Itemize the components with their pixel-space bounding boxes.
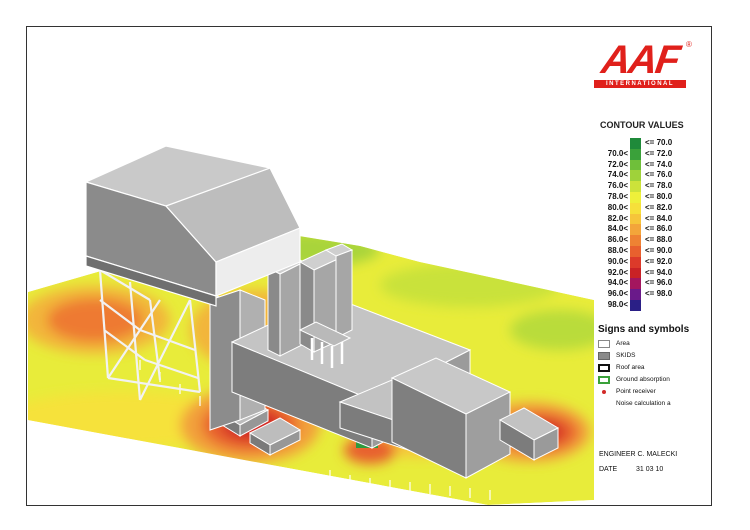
- sign-ground-icon: [598, 376, 610, 384]
- legend-lower-bound: 82.0<: [607, 213, 628, 223]
- sign-row: Area: [598, 338, 708, 350]
- legend-lower-bound: 74.0<: [607, 170, 628, 180]
- legend-row: 90.0< <= 92.0: [596, 256, 706, 268]
- legend-upper-bound: <= 84.0: [645, 213, 673, 223]
- legend-upper-bound: <= 98.0: [645, 289, 673, 299]
- logo-registered-mark: ®: [686, 40, 692, 49]
- aaf-logo: AAF ® INTERNATIONAL: [590, 38, 692, 92]
- legend-upper-bound: <= 94.0: [645, 267, 673, 277]
- sign-label: Area: [616, 340, 630, 347]
- legend-upper-bound: <= 74.0: [645, 159, 673, 169]
- legend-row: 98.0<: [596, 299, 706, 311]
- legend-upper-bound: <= 86.0: [645, 224, 673, 234]
- legend-row: 74.0< <= 76.0: [596, 170, 706, 182]
- legend-row: 78.0< <= 80.0: [596, 191, 706, 203]
- legend-swatch: [630, 278, 641, 290]
- legend-lower-bound: 90.0<: [607, 256, 628, 266]
- legend-row: 92.0< <= 94.0: [596, 267, 706, 279]
- legend-lower-bound: 92.0<: [607, 267, 628, 277]
- legend-swatch: [630, 224, 641, 236]
- legend-swatch: [630, 138, 641, 149]
- legend-upper-bound: <= 88.0: [645, 235, 673, 245]
- legend-row: 88.0< <= 90.0: [596, 245, 706, 257]
- legend-upper-bound: <= 70.0: [645, 138, 673, 147]
- sign-row: SKIDS: [598, 350, 708, 362]
- legend-lower-bound: 84.0<: [607, 224, 628, 234]
- signs-title: Signs and symbols: [598, 324, 690, 335]
- legend-upper-bound: <= 78.0: [645, 181, 673, 191]
- legend-swatch: [630, 191, 641, 203]
- legend-row: 96.0< <= 98.0: [596, 289, 706, 300]
- legend-swatch: [630, 170, 641, 182]
- sign-area-icon: [598, 340, 610, 348]
- legend-swatch: [630, 289, 641, 300]
- logo-main-text: AAF: [598, 38, 682, 82]
- legend-lower-bound: 88.0<: [607, 245, 628, 255]
- sign-label: Ground absorption: [616, 376, 670, 383]
- legend-swatch: [630, 202, 641, 214]
- legend-swatch: [630, 299, 641, 311]
- legend-lower-bound: 96.0<: [607, 289, 628, 299]
- legend-upper-bound: <= 96.0: [645, 278, 673, 288]
- legend-lower-bound: 80.0<: [607, 202, 628, 212]
- contour-legend: <= 70.0 70.0< <= 72.0 72.0< <= 74.0 74.0< <= 7…: [596, 138, 706, 311]
- legend-lower-bound: 72.0<: [607, 159, 628, 169]
- legend-upper-bound: <= 80.0: [645, 191, 673, 201]
- legend-lower-bound: 70.0<: [607, 148, 628, 158]
- legend-swatch: [630, 213, 641, 225]
- sign-point-icon: [602, 390, 606, 394]
- sign-label: Roof area: [616, 364, 645, 371]
- legend-row: 80.0< <= 82.0: [596, 202, 706, 214]
- legend-upper-bound: <= 76.0: [645, 170, 673, 180]
- contour-legend-title: CONTOUR VALUES: [600, 120, 684, 130]
- legend-lower-bound: 76.0<: [607, 181, 628, 191]
- legend-swatch: [630, 245, 641, 257]
- engineer-label: ENGINEER C. MALECKI: [599, 451, 678, 458]
- legend-lower-bound: 86.0<: [607, 235, 628, 245]
- legend-row: 70.0< <= 72.0: [596, 148, 706, 160]
- sign-row: Ground absorption: [598, 374, 708, 386]
- legend-row: 84.0< <= 86.0: [596, 224, 706, 236]
- date-value: 31 03 10: [636, 466, 664, 473]
- legend-swatch: [630, 148, 641, 160]
- sign-row: Noise calculation a: [598, 398, 708, 410]
- legend-row: <= 70.0: [596, 138, 706, 149]
- signs-legend: Area SKIDS Roof area Ground absorption Point…: [598, 338, 708, 410]
- legend-lower-bound: 78.0<: [607, 191, 628, 201]
- sign-row: Point receiver: [598, 386, 708, 398]
- legend-row: 94.0< <= 96.0: [596, 278, 706, 290]
- legend-row: 86.0< <= 88.0: [596, 235, 706, 246]
- legend-swatch: [630, 181, 641, 192]
- legend-row: 76.0< <= 78.0: [596, 181, 706, 192]
- legend-lower-bound: 98.0<: [607, 299, 628, 309]
- logo-subtitle: INTERNATIONAL: [594, 80, 686, 88]
- legend-lower-bound: 94.0<: [607, 278, 628, 288]
- legend-upper-bound: <= 90.0: [645, 245, 673, 255]
- legend-swatch: [630, 267, 641, 279]
- legend-swatch: [630, 256, 641, 268]
- legend-upper-bound: <= 72.0: [645, 148, 673, 158]
- sign-skids-icon: [598, 352, 610, 360]
- sign-label: Point receiver: [616, 388, 656, 395]
- sign-roof-icon: [598, 364, 610, 372]
- legend-upper-bound: <= 82.0: [645, 202, 673, 212]
- legend-row: 72.0< <= 74.0: [596, 159, 706, 171]
- legend-swatch: [630, 235, 641, 246]
- sign-label: Noise calculation a: [616, 400, 671, 407]
- date-label: DATE: [599, 466, 618, 473]
- sign-label: SKIDS: [616, 352, 636, 359]
- legend-upper-bound: <= 92.0: [645, 256, 673, 266]
- legend-swatch: [630, 159, 641, 171]
- sign-row: Roof area: [598, 362, 708, 374]
- legend-row: 82.0< <= 84.0: [596, 213, 706, 225]
